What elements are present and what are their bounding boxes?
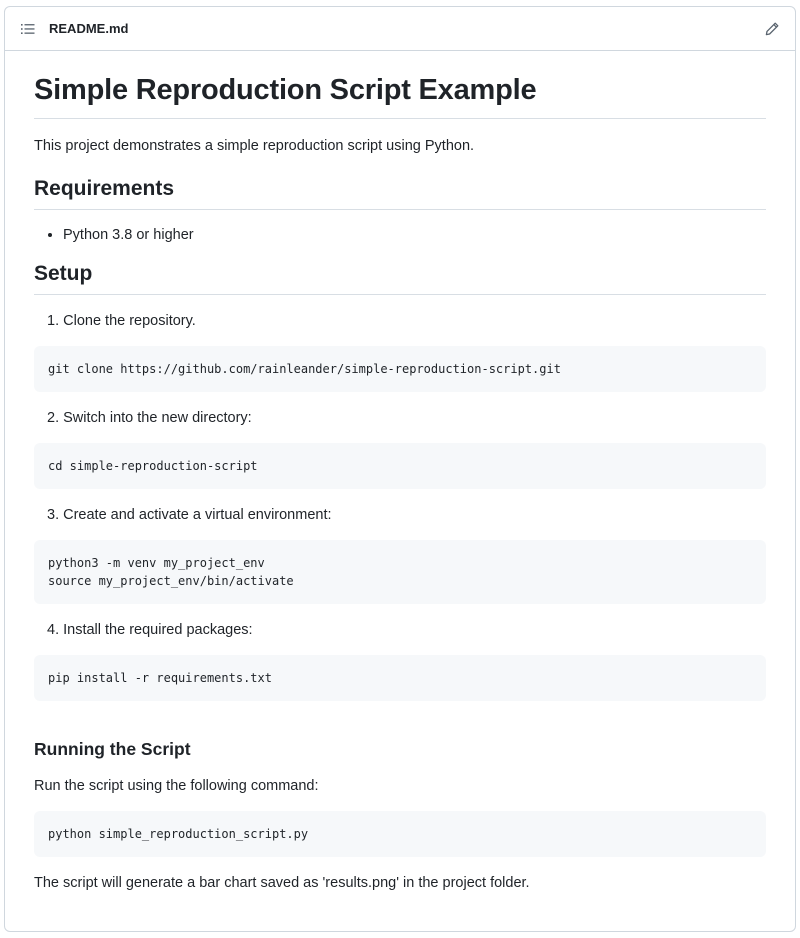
setup-heading: Setup: [34, 260, 766, 295]
pencil-icon[interactable]: [763, 20, 781, 38]
code-block[interactable]: git clone https://github.com/rainleander…: [34, 346, 766, 392]
code-block[interactable]: python simple_reproduction_script.py: [34, 811, 766, 857]
code-block[interactable]: python3 -m venv my_project_env source my…: [34, 540, 766, 604]
code-block[interactable]: pip install -r requirements.txt: [34, 655, 766, 701]
list-item: Python 3.8 or higher: [63, 224, 766, 246]
final-text: The script will generate a bar chart sav…: [34, 875, 530, 891]
code-block[interactable]: cd simple-reproduction-script: [34, 443, 766, 489]
readme-panel: README.md Simple Reproduction Script Exa…: [4, 6, 796, 932]
step-label: 2. Switch into the new directory:: [47, 410, 252, 426]
intro-text: This project demonstrates a simple repro…: [34, 138, 475, 154]
readme-header: README.md: [5, 7, 795, 51]
running-heading: Running the Script: [34, 739, 191, 759]
step-label: 4. Install the required packages:: [47, 622, 253, 638]
page-title: Simple Reproduction Script Example: [34, 51, 766, 119]
list-unordered-icon[interactable]: [19, 20, 37, 38]
running-text: Run the script using the following comma…: [34, 778, 319, 794]
step-label: 1. Clone the repository.: [47, 313, 196, 329]
readme-content: Simple Reproduction Script Example This …: [5, 51, 795, 894]
readme-filename: README.md: [49, 21, 129, 36]
requirements-list: Python 3.8 or higher: [34, 224, 766, 246]
step-label: 3. Create and activate a virtual environ…: [47, 507, 332, 523]
requirements-heading: Requirements: [34, 175, 766, 210]
